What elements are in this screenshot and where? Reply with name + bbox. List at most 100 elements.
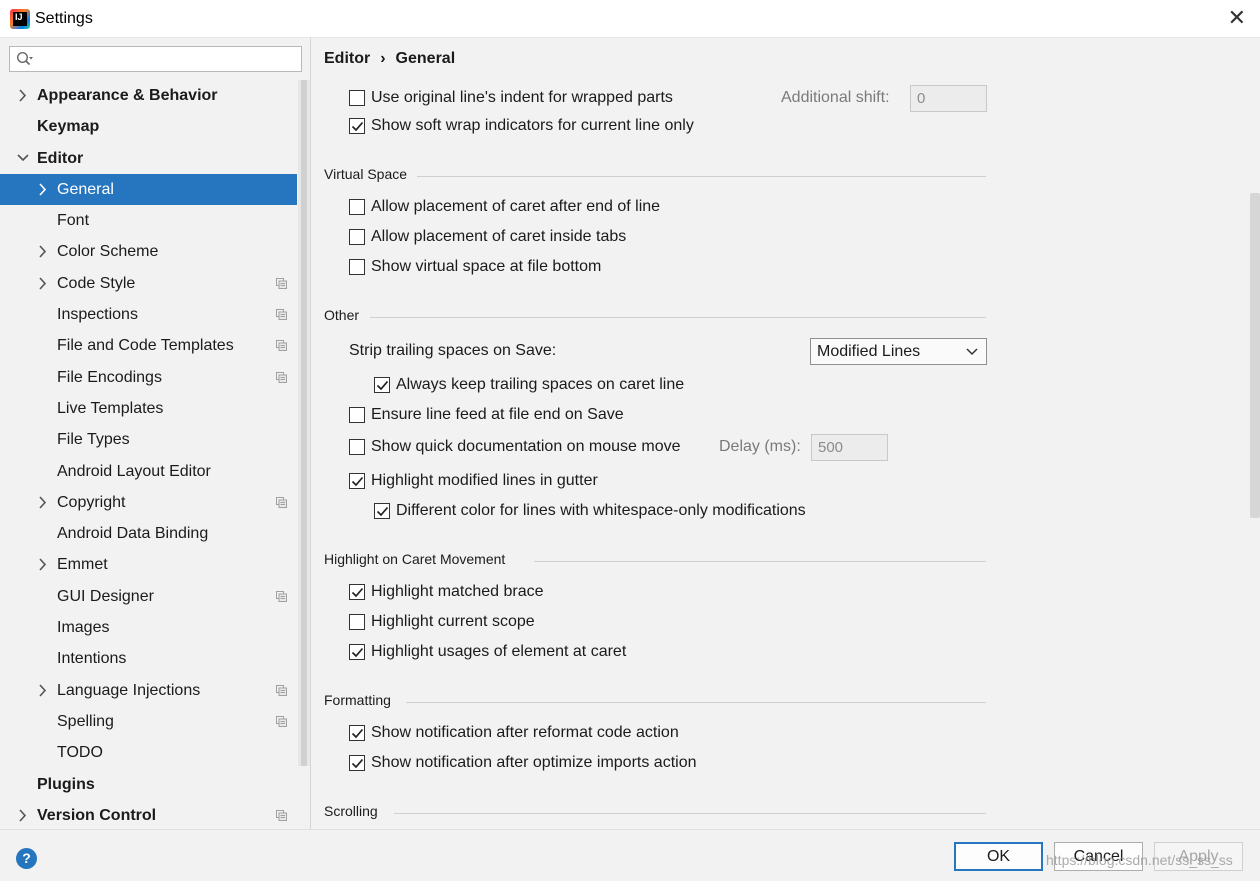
intellij-app-icon: IJ: [10, 9, 30, 29]
breadcrumb: Editor › General: [324, 50, 455, 68]
project-scope-icon: [276, 715, 287, 727]
sidebar-item-todo[interactable]: TODO: [0, 737, 297, 768]
project-scope-icon: [276, 309, 287, 321]
settings-content: Editor › General Use original line's inden…: [312, 38, 1260, 829]
sidebar-item-inspections[interactable]: Inspections: [0, 299, 297, 330]
section-title: Other: [324, 307, 360, 323]
sidebar-item-emmet[interactable]: Emmet: [0, 549, 297, 580]
sidebar-item-label: Android Layout Editor: [57, 462, 211, 480]
sidebar-item-language-injections[interactable]: Language Injections: [0, 675, 297, 706]
sidebar-item-file-and-code-templates[interactable]: File and Code Templates: [0, 330, 297, 361]
section-divider: [406, 702, 986, 703]
sidebar-item-label: File Encodings: [57, 368, 162, 386]
sidebar-item-gui-designer[interactable]: GUI Designer: [0, 581, 297, 612]
delay-field[interactable]: 500: [811, 434, 888, 461]
dialog-footer: ? OK Cancel Apply https://blog.csdn.net/…: [0, 829, 1260, 881]
sidebar-item-label: Version Control: [37, 806, 157, 824]
checkbox-label: Different color for lines with whitespac…: [396, 502, 806, 519]
project-scope-icon: [276, 590, 287, 602]
checkmark-icon: [351, 121, 364, 132]
chevron-right-icon[interactable]: [36, 174, 50, 205]
checkbox-box[interactable]: [349, 229, 365, 245]
sidebar-item-font[interactable]: Font: [0, 205, 297, 236]
sidebar-scrollbar[interactable]: [298, 80, 310, 766]
checkbox-box[interactable]: [349, 584, 365, 600]
section-caret-movement: Highlight on Caret Movement: [324, 551, 986, 571]
sidebar-scrollbar-thumb[interactable]: [301, 80, 307, 766]
chevron-right-icon[interactable]: [36, 268, 50, 299]
settings-search-box[interactable]: [9, 46, 302, 72]
chevron-right-icon[interactable]: [16, 800, 30, 831]
sidebar-item-version-control[interactable]: Version Control: [0, 800, 297, 831]
chevron-right-icon[interactable]: [36, 675, 50, 706]
sidebar-item-file-types[interactable]: File Types: [0, 424, 297, 455]
sidebar-item-label: Live Templates: [57, 399, 164, 417]
checkbox-box[interactable]: [349, 644, 365, 660]
section-other: Other: [324, 307, 986, 327]
checkbox-box[interactable]: [349, 473, 365, 489]
checkbox-box[interactable]: [349, 614, 365, 630]
search-input[interactable]: [38, 49, 296, 69]
sidebar-item-label: GUI Designer: [57, 587, 154, 605]
section-divider: [370, 317, 986, 318]
checkbox-label: Show notification after reformat code ac…: [371, 724, 679, 741]
window-title: Settings: [35, 10, 93, 27]
search-icon: [16, 51, 33, 66]
chevron-right-icon[interactable]: [36, 236, 50, 267]
sidebar-item-spelling[interactable]: Spelling: [0, 706, 297, 737]
breadcrumb-current: General: [395, 50, 456, 67]
sidebar-item-intentions[interactable]: Intentions: [0, 643, 297, 674]
strip-trailing-dropdown[interactable]: Modified Lines: [810, 338, 987, 365]
checkbox-box[interactable]: [349, 90, 365, 106]
help-icon[interactable]: ?: [16, 848, 37, 869]
checkbox-label: Highlight usages of element at caret: [371, 643, 627, 660]
sidebar-item-live-templates[interactable]: Live Templates: [0, 393, 297, 424]
checkbox-box[interactable]: [374, 377, 390, 393]
checkbox-box[interactable]: [349, 118, 365, 134]
checkbox-box[interactable]: [349, 259, 365, 275]
project-scope-icon: [276, 371, 287, 383]
sidebar-item-color-scheme[interactable]: Color Scheme: [0, 236, 297, 267]
ok-button[interactable]: OK: [954, 842, 1043, 871]
sidebar-item-label: Appearance & Behavior: [37, 87, 218, 104]
section-divider: [534, 561, 986, 562]
checkbox-label: Highlight modified lines in gutter: [371, 472, 598, 489]
checkbox-box[interactable]: [349, 199, 365, 215]
checkbox-box[interactable]: [349, 439, 365, 455]
sidebar-item-android-data-binding[interactable]: Android Data Binding: [0, 518, 297, 549]
additional-shift-field[interactable]: 0: [910, 85, 987, 112]
checkmark-icon: [376, 380, 389, 391]
checkbox-label: Allow placement of caret after end of li…: [371, 198, 661, 215]
chevron-right-icon[interactable]: [16, 80, 30, 111]
section-title: Formatting: [324, 692, 391, 708]
sidebar-item-label: Language Injections: [57, 681, 201, 699]
sidebar-item-plugins[interactable]: Plugins: [0, 769, 297, 800]
checkbox-box[interactable]: [349, 755, 365, 771]
chevron-right-icon[interactable]: [36, 549, 50, 580]
sidebar-item-code-style[interactable]: Code Style: [0, 268, 297, 299]
sidebar-item-editor[interactable]: Editor: [0, 143, 297, 174]
sidebar-item-general[interactable]: General: [0, 173, 297, 206]
chevron-right-icon[interactable]: [36, 487, 50, 518]
content-scrollbar-thumb[interactable]: [1250, 193, 1260, 518]
close-icon[interactable]: ✕: [1228, 6, 1246, 30]
sidebar-item-label: Android Data Binding: [57, 525, 209, 543]
section-title: Scrolling: [324, 803, 378, 819]
breadcrumb-parent[interactable]: Editor: [324, 50, 370, 67]
project-scope-icon: [276, 809, 287, 821]
sidebar-item-keymap[interactable]: Keymap: [0, 111, 297, 142]
sidebar-item-android-layout-editor[interactable]: Android Layout Editor: [0, 456, 297, 487]
checkbox-box[interactable]: [349, 407, 365, 423]
sidebar-item-file-encodings[interactable]: File Encodings: [0, 362, 297, 393]
sidebar-item-appearance-behavior[interactable]: Appearance & Behavior: [0, 80, 297, 111]
checkbox-label: Show soft wrap indicators for current li…: [371, 117, 694, 134]
checkmark-icon: [351, 728, 364, 739]
checkbox-box[interactable]: [374, 503, 390, 519]
sidebar-item-label: Inspections: [57, 306, 138, 324]
section-virtual-space: Virtual Space: [324, 166, 986, 186]
sidebar-item-images[interactable]: Images: [0, 612, 297, 643]
chevron-down-icon[interactable]: [16, 143, 30, 174]
checkbox-box[interactable]: [349, 725, 365, 741]
section-divider: [394, 813, 986, 814]
sidebar-item-copyright[interactable]: Copyright: [0, 487, 297, 518]
